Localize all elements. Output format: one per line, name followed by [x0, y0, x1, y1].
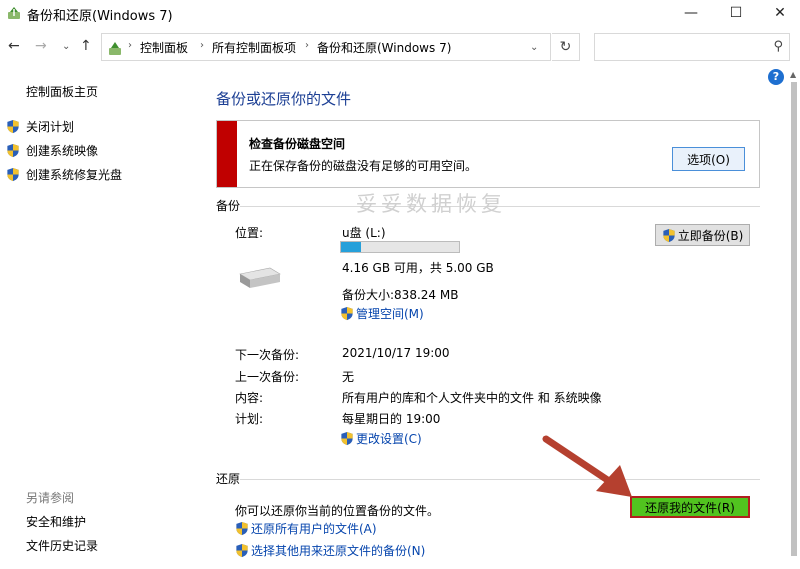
last-backup-value: 无	[342, 370, 355, 384]
backup-now-button[interactable]: 立即备份(B)	[655, 224, 750, 246]
next-backup-label: 下一次备份:	[235, 348, 300, 362]
search-input[interactable]: ⚲	[594, 33, 790, 61]
drive-free-space: 4.16 GB 可用，共 5.00 GB	[342, 261, 494, 275]
last-backup-label: 上一次备份:	[235, 370, 300, 384]
maximize-button[interactable]: ☐	[713, 0, 759, 26]
shield-icon	[341, 306, 353, 321]
alert-title: 检查备份磁盘空间	[249, 137, 346, 151]
shield-icon	[236, 543, 248, 558]
backup-size: 备份大小:838.24 MB	[342, 288, 459, 302]
sidebar-item-label: 创建系统映像	[26, 144, 99, 158]
scroll-up-icon[interactable]: ▲	[790, 70, 796, 79]
breadcrumb-all-items[interactable]: 所有控制面板项	[212, 39, 296, 56]
select-other-backup-link[interactable]: 选择其他用来还原文件的备份(N)	[235, 542, 425, 559]
usb-drive-icon	[239, 267, 281, 288]
alert-severity-bar	[217, 121, 237, 187]
section-divider	[240, 479, 760, 480]
backup-section-heading: 备份	[216, 199, 241, 213]
close-button[interactable]: ✕	[757, 0, 800, 26]
title-bar: 备份和还原(Windows 7) — ☐ ✕	[0, 0, 800, 28]
address-dropdown-icon[interactable]: ⌄	[530, 42, 538, 53]
recent-locations-icon[interactable]: ⌄	[62, 41, 70, 52]
search-icon: ⚲	[773, 39, 783, 54]
sidebar-item-turn-off-schedule[interactable]: 关闭计划	[6, 118, 74, 135]
annotation-arrow-icon	[542, 435, 632, 497]
security-maintenance-link[interactable]: 安全和维护	[26, 513, 86, 530]
shield-icon	[236, 521, 248, 536]
restore-my-files-button[interactable]: 还原我的文件(R)	[630, 496, 750, 518]
breadcrumb-separator: ›	[128, 40, 132, 51]
alert-description: 正在保存备份的磁盘没有足够的可用空间。	[249, 159, 478, 173]
options-button[interactable]: 选项(O)	[672, 147, 745, 171]
drive-name: u盘 (L:)	[342, 226, 386, 240]
restore-section-heading: 还原	[216, 472, 241, 486]
up-arrow-icon[interactable]: ↑	[80, 38, 92, 54]
manage-space-link[interactable]: 管理空间(M)	[340, 305, 424, 322]
page-title: 备份或还原你的文件	[216, 90, 352, 108]
see-also-heading: 另请参阅	[26, 491, 75, 505]
location-label: 位置:	[235, 226, 264, 240]
breadcrumb-separator: ›	[200, 40, 204, 51]
help-icon[interactable]: ?	[768, 69, 784, 85]
back-arrow-icon[interactable]: ←	[8, 38, 20, 54]
content-value: 所有用户的库和个人文件夹中的文件 和 系统映像	[342, 391, 602, 405]
backup-app-icon	[8, 7, 20, 19]
manage-space-label: 管理空间(M)	[356, 307, 424, 321]
shield-icon	[7, 143, 19, 158]
sidebar-item-create-system-image[interactable]: 创建系统映像	[6, 142, 98, 159]
next-backup-value: 2021/10/17 19:00	[342, 346, 450, 360]
change-settings-link[interactable]: 更改设置(C)	[340, 430, 422, 447]
schedule-label: 计划:	[235, 412, 264, 426]
change-settings-label: 更改设置(C)	[356, 432, 422, 446]
restore-all-users-link[interactable]: 还原所有用户的文件(A)	[235, 520, 377, 537]
restore-all-users-label: 还原所有用户的文件(A)	[251, 522, 377, 536]
content-label: 内容:	[235, 391, 264, 405]
sidebar-item-create-repair-disc[interactable]: 创建系统修复光盘	[6, 166, 122, 183]
shield-icon	[341, 431, 353, 446]
refresh-icon[interactable]: ↻	[552, 33, 580, 61]
restore-description: 你可以还原你当前的位置备份的文件。	[235, 504, 440, 518]
sidebar-item-label: 创建系统修复光盘	[26, 168, 123, 182]
control-panel-icon	[109, 42, 121, 55]
vertical-scrollbar[interactable]: ▲	[788, 66, 800, 569]
breadcrumb-separator: ›	[305, 40, 309, 51]
forward-arrow-icon[interactable]: →	[35, 38, 47, 54]
breadcrumb-control-panel[interactable]: 控制面板	[140, 39, 188, 56]
scroll-thumb[interactable]	[791, 82, 797, 556]
disk-usage-fill	[341, 242, 362, 252]
schedule-value: 每星期日的 19:00	[342, 412, 441, 426]
shield-icon	[7, 119, 19, 134]
breadcrumb-backup-restore[interactable]: 备份和还原(Windows 7)	[317, 39, 451, 56]
address-bar[interactable]: › 控制面板 › 所有控制面板项 › 备份和还原(Windows 7) ⌄	[101, 33, 551, 61]
shield-icon	[663, 228, 675, 242]
shield-icon	[7, 167, 19, 182]
sidebar-item-label: 关闭计划	[26, 120, 75, 134]
watermark-text: 妥妥数据恢复	[356, 192, 506, 216]
minimize-button[interactable]: —	[668, 0, 714, 26]
control-panel-home-link[interactable]: 控制面板主页	[26, 83, 98, 100]
left-pane: 控制面板主页 关闭计划 创建系统映像 创建系统修复光盘 另请参阅 安全和维护 文…	[0, 66, 200, 569]
navigation-bar: ← → ⌄ ↑ › 控制面板 › 所有控制面板项 › 备份和还原(Windows…	[0, 30, 800, 64]
backup-now-label: 立即备份(B)	[677, 228, 744, 243]
disk-usage-bar	[340, 241, 460, 253]
select-other-backup-label: 选择其他用来还原文件的备份(N)	[251, 544, 426, 558]
file-history-link[interactable]: 文件历史记录	[26, 537, 98, 554]
disk-space-alert: 检查备份磁盘空间 正在保存备份的磁盘没有足够的可用空间。 选项(O)	[216, 120, 760, 188]
window-title: 备份和还原(Windows 7)	[27, 9, 173, 24]
